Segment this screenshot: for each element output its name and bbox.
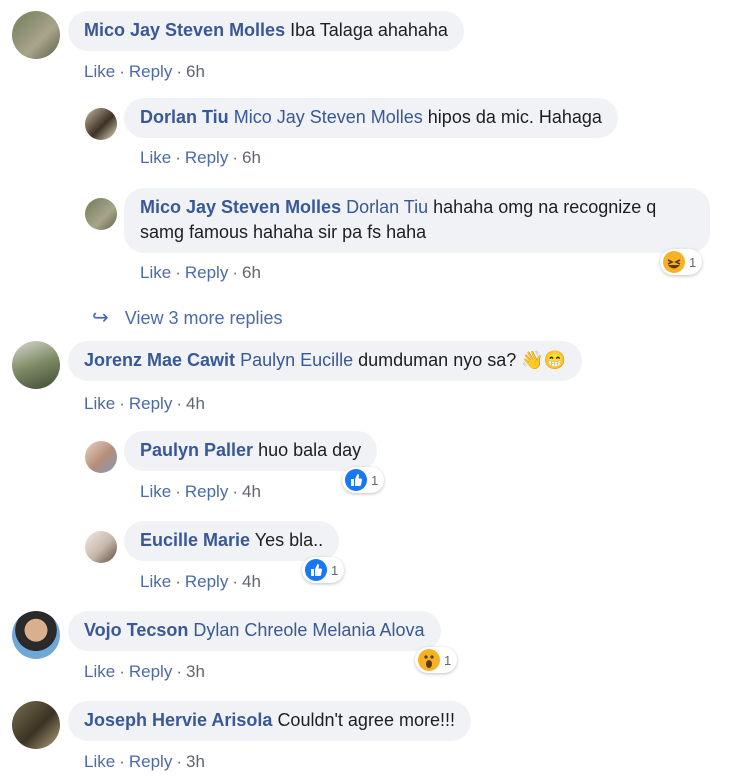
comment-bubble: Mico Jay Steven Molles Iba Talaga ahahah…: [68, 11, 464, 51]
comment-bubble: Joseph Hervie Arisola Couldn't agree mor…: [68, 701, 471, 741]
comment-author[interactable]: Joseph Hervie Arisola: [84, 710, 272, 730]
reaction-badge[interactable]: 1: [660, 249, 703, 275]
comment-author[interactable]: Mico Jay Steven Molles: [140, 197, 341, 217]
comment-author[interactable]: Paulyn Paller: [140, 440, 253, 460]
reaction-badge[interactable]: 1: [415, 647, 458, 673]
reaction-badge[interactable]: 1: [302, 557, 345, 583]
reply-link[interactable]: Reply: [185, 482, 228, 501]
comment-timestamp[interactable]: 6h: [186, 62, 205, 81]
like-link[interactable]: Like: [84, 394, 115, 413]
reply-arrow-icon: ↪: [92, 307, 109, 329]
comment-text: huo bala day: [258, 440, 362, 460]
like-link[interactable]: Like: [140, 148, 171, 167]
reply-link[interactable]: Reply: [185, 572, 228, 591]
comment-text: Iba Talaga ahahaha: [290, 20, 448, 40]
avatar[interactable]: [85, 531, 117, 563]
haha-reaction-icon: [663, 251, 685, 273]
comment-author[interactable]: Mico Jay Steven Molles: [84, 20, 285, 40]
avatar[interactable]: [85, 441, 117, 473]
reaction-count: 1: [371, 472, 379, 488]
comment-actions: Like · Reply · 4h: [84, 394, 205, 413]
comment-timestamp[interactable]: 4h: [186, 394, 205, 413]
comment-bubble: Eucille Marie Yes bla..: [124, 521, 340, 561]
comment-mention[interactable]: Mico Jay Steven Molles: [234, 107, 423, 127]
comment-bubble: Paulyn Paller huo bala day: [124, 431, 378, 471]
like-reaction-icon: [305, 559, 327, 581]
comment-actions: Like · Reply · 3h: [84, 662, 205, 681]
comment-bubble: Mico Jay Steven Molles Dorlan Tiu hahaha…: [124, 188, 710, 253]
reply-link[interactable]: Reply: [185, 263, 228, 282]
comment-bubble: Dorlan Tiu Mico Jay Steven Molles hipos …: [124, 98, 618, 138]
comment-author[interactable]: Dorlan Tiu: [140, 107, 229, 127]
comment-author[interactable]: Jorenz Mae Cawit: [84, 350, 235, 370]
comment-timestamp[interactable]: 3h: [186, 662, 205, 681]
avatar[interactable]: [12, 341, 60, 389]
avatar[interactable]: [12, 701, 60, 749]
like-link[interactable]: Like: [84, 752, 115, 771]
avatar[interactable]: [12, 611, 60, 659]
like-link[interactable]: Like: [140, 572, 171, 591]
reply-link[interactable]: Reply: [129, 662, 172, 681]
comment-text: Yes bla..: [254, 530, 324, 550]
avatar[interactable]: [85, 198, 117, 230]
comment-actions: Like · Reply · 4h: [140, 572, 261, 591]
comment-bubble: Jorenz Mae Cawit Paulyn Eucille dumduman…: [68, 341, 583, 381]
comment-mention[interactable]: Dylan Chreole Melania Alova: [193, 620, 424, 640]
comment-text: dumduman nyo sa? 👋😁: [358, 350, 567, 370]
like-link[interactable]: Like: [140, 482, 171, 501]
comment-timestamp[interactable]: 3h: [186, 752, 205, 771]
comment-text: Couldn't agree more!!!: [277, 710, 455, 730]
reaction-count: 1: [444, 652, 452, 668]
comment-actions: Like · Reply · 6h: [140, 148, 261, 167]
reply-link[interactable]: Reply: [129, 394, 172, 413]
comment-actions: Like · Reply · 6h: [140, 263, 261, 282]
reaction-count: 1: [689, 254, 697, 270]
reply-link[interactable]: Reply: [129, 62, 172, 81]
comment-actions: Like · Reply · 6h: [84, 62, 205, 81]
like-link[interactable]: Like: [140, 263, 171, 282]
comment-timestamp[interactable]: 4h: [242, 482, 261, 501]
wow-reaction-icon: [418, 649, 440, 671]
reply-link[interactable]: Reply: [129, 752, 172, 771]
comment-author[interactable]: Eucille Marie: [140, 530, 250, 550]
like-link[interactable]: Like: [84, 662, 115, 681]
view-more-replies-link[interactable]: ↪ View 3 more replies: [92, 305, 283, 330]
avatar[interactable]: [85, 108, 117, 140]
reply-link[interactable]: Reply: [185, 148, 228, 167]
comment-timestamp[interactable]: 4h: [242, 572, 261, 591]
comment-author[interactable]: Vojo Tecson: [84, 620, 188, 640]
like-link[interactable]: Like: [84, 62, 115, 81]
avatar[interactable]: [12, 11, 60, 59]
reaction-badge[interactable]: 1: [342, 467, 385, 493]
comment-timestamp[interactable]: 6h: [242, 148, 261, 167]
comment-timestamp[interactable]: 6h: [242, 263, 261, 282]
comment-mention[interactable]: Paulyn Eucille: [240, 350, 353, 370]
like-reaction-icon: [345, 469, 367, 491]
comment-mention[interactable]: Dorlan Tiu: [346, 197, 428, 217]
view-more-label[interactable]: View 3 more replies: [125, 308, 283, 328]
comment-actions: Like · Reply · 3h: [84, 752, 205, 771]
comment-bubble: Vojo Tecson Dylan Chreole Melania Alova: [68, 611, 441, 651]
comment-text: hipos da mic. Hahaga: [427, 107, 602, 127]
reaction-count: 1: [331, 562, 339, 578]
comment-actions: Like · Reply · 4h: [140, 482, 261, 501]
